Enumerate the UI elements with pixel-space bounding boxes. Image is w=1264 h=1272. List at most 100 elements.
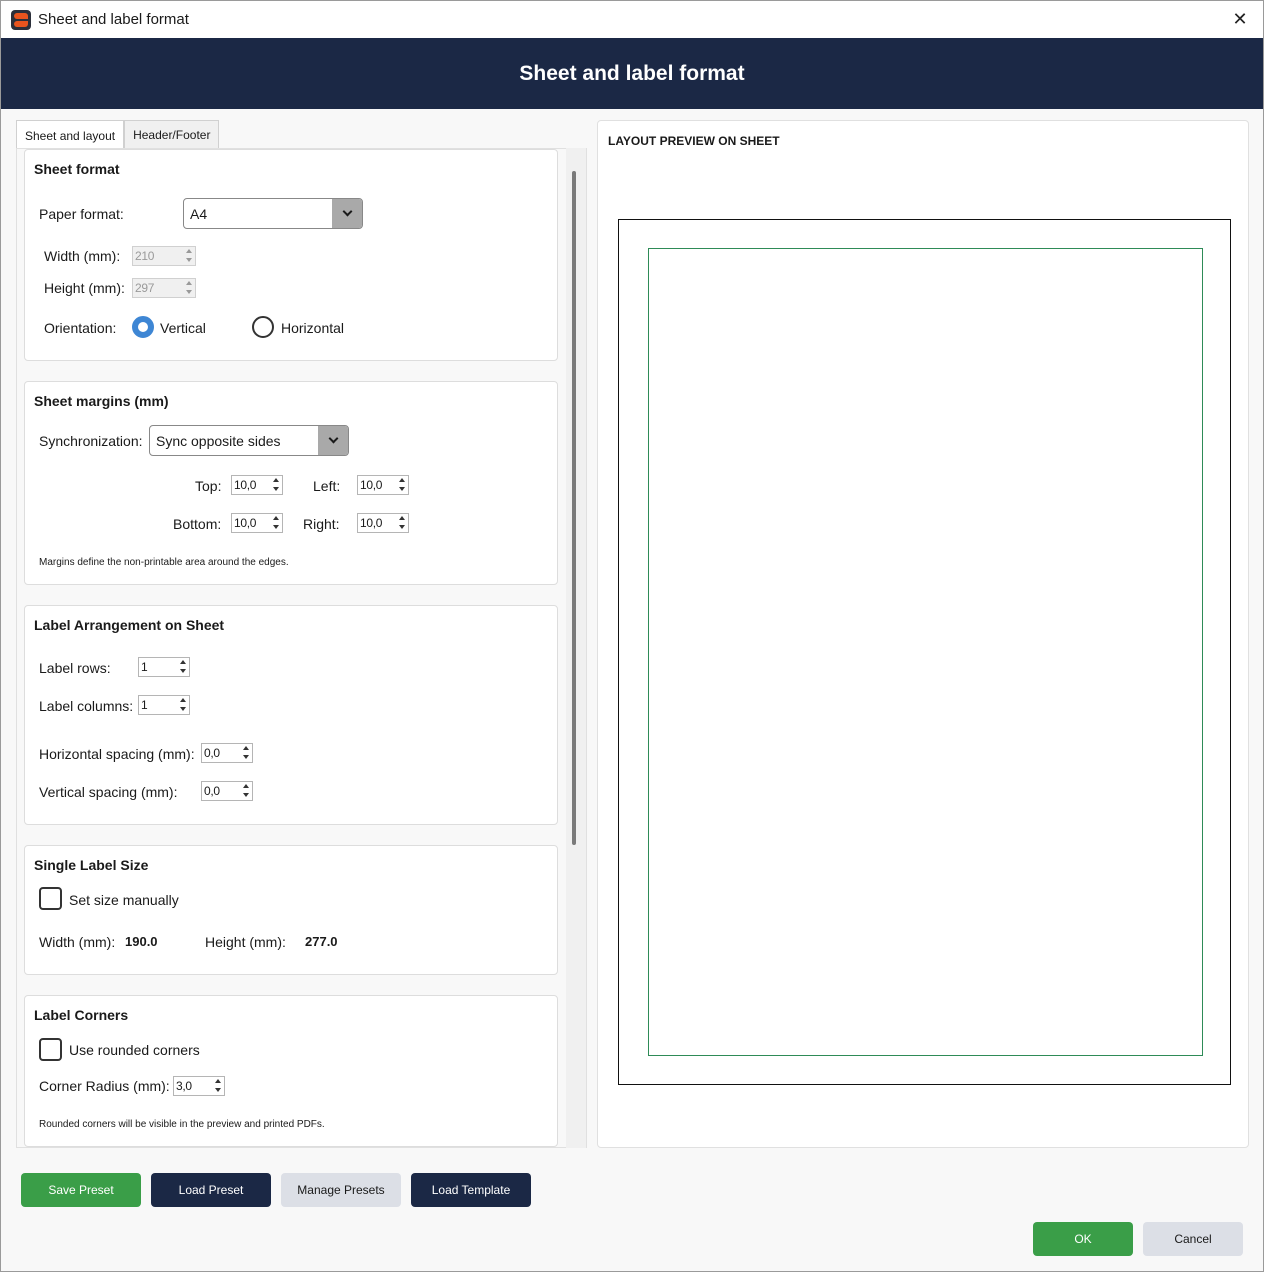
sheet-width-spinbox: 210 [132,246,196,266]
label-height-label: Height (mm): [205,934,286,950]
horizontal-spacing-value: 0,0 [204,746,220,760]
chevron-down-icon [332,199,362,228]
margin-right-spinbox[interactable]: 10,0 [357,513,409,533]
spin-arrows-icon[interactable] [178,658,189,676]
label-height-value: 277.0 [305,934,338,949]
label-width-value: 190.0 [125,934,158,949]
margin-right-label: Right: [303,516,340,532]
chevron-down-icon [318,426,348,455]
label-columns-value: 1 [141,698,148,712]
margin-left-label: Left: [313,478,341,494]
label-columns-spinbox[interactable]: 1 [138,695,190,715]
margin-bottom-label: Bottom: [173,516,222,532]
label-size-title: Single Label Size [34,857,149,873]
spin-arrows-icon[interactable] [271,476,282,494]
synchronization-dropdown[interactable]: Sync opposite sides [149,425,349,456]
set-size-manually-checkbox[interactable] [39,887,62,910]
synchronization-value: Sync opposite sides [156,432,281,449]
layout-preview-title: LAYOUT PREVIEW ON SHEET [608,134,780,148]
sheet-width-value: 210 [135,249,155,263]
corners-note: Rounded corners will be visible in the p… [39,1119,325,1130]
paper-format-dropdown[interactable]: A4 [183,198,363,229]
margin-left-value: 10,0 [360,478,383,492]
label-corners-group: Label Corners Use rounded corners Corner… [24,995,558,1147]
load-template-button[interactable]: Load Template [411,1173,531,1207]
label-rows-value: 1 [141,660,148,674]
synchronization-label: Synchronization: [39,433,143,449]
spin-arrows-icon [184,247,195,265]
sheet-format-title: Sheet format [34,161,120,177]
label-size-group: Single Label Size Set size manually Widt… [24,845,558,975]
spin-arrows-icon[interactable] [397,514,408,532]
vertical-spacing-label: Vertical spacing (mm): [39,784,178,800]
spin-arrows-icon[interactable] [213,1077,224,1095]
sheet-margins-title: Sheet margins (mm) [34,393,169,409]
tab-sheet-and-layout[interactable]: Sheet and layout [16,120,125,150]
spin-arrows-icon[interactable] [397,476,408,494]
banner-title: Sheet and label format [519,61,745,85]
spin-arrows-icon[interactable] [241,744,252,762]
sheet-format-group: Sheet format Paper format: A4 Width (mm)… [24,149,558,361]
label-arrangement-group: Label Arrangement on Sheet Label rows: 1… [24,605,558,825]
label-arrangement-title: Label Arrangement on Sheet [34,617,225,633]
paper-format-value: A4 [190,205,208,222]
label-preview [648,248,1203,1056]
sheet-width-label: Width (mm): [44,248,121,264]
label-rows-spinbox[interactable]: 1 [138,657,190,677]
margin-bottom-value: 10,0 [234,516,257,530]
rounded-corners-checkbox[interactable] [39,1038,62,1061]
header-banner: Sheet and label format [1,38,1263,109]
title-bar: Sheet and label format ✕ [1,1,1263,38]
close-icon: ✕ [1232,9,1248,29]
ok-button[interactable]: OK [1033,1222,1133,1256]
tab-bar: Sheet and layout Header/Footer [16,120,220,150]
corner-radius-value: 3,0 [176,1079,192,1093]
spin-arrows-icon[interactable] [178,696,189,714]
cancel-button[interactable]: Cancel [1143,1222,1243,1256]
margin-top-label: Top: [195,478,222,494]
spin-arrows-icon[interactable] [271,514,282,532]
close-button[interactable]: ✕ [1217,1,1263,38]
vertical-spacing-value: 0,0 [204,784,220,798]
corner-radius-spinbox[interactable]: 3,0 [173,1076,225,1096]
margin-top-spinbox[interactable]: 10,0 [231,475,283,495]
save-preset-button[interactable]: Save Preset [21,1173,141,1207]
sheet-margins-group: Sheet margins (mm) Synchronization: Sync… [24,381,558,585]
layout-preview-panel: LAYOUT PREVIEW ON SHEET [597,120,1249,1148]
spin-arrows-icon[interactable] [241,782,252,800]
label-rows-label: Label rows: [39,660,111,676]
margin-left-spinbox[interactable]: 10,0 [357,475,409,495]
label-corners-title: Label Corners [34,1007,129,1023]
label-width-label: Width (mm): [39,934,116,950]
dialog-window: Sheet and label format ✕ Sheet and label… [0,0,1264,1272]
spin-arrows-icon [184,279,195,297]
vertical-spacing-spinbox[interactable]: 0,0 [201,781,253,801]
sheet-height-value: 297 [135,281,155,295]
orientation-label: Orientation: [44,320,117,336]
tab-header-footer[interactable]: Header/Footer [124,120,220,149]
sheet-preview [618,219,1231,1085]
margins-note: Margins define the non-printable area ar… [39,557,289,568]
rounded-corners-label[interactable]: Use rounded corners [69,1042,200,1058]
vertical-scrollbar[interactable] [566,148,586,1148]
window-title: Sheet and label format [38,11,189,28]
label-columns-label: Label columns: [39,698,134,714]
orientation-vertical-label[interactable]: Vertical [160,320,206,336]
sheet-height-spinbox: 297 [132,278,196,298]
orientation-vertical-radio[interactable] [132,316,154,338]
load-preset-button[interactable]: Load Preset [151,1173,271,1207]
paper-format-label: Paper format: [39,206,124,222]
margin-right-value: 10,0 [360,516,383,530]
corner-radius-label: Corner Radius (mm): [39,1078,170,1094]
margin-top-value: 10,0 [234,478,257,492]
margin-bottom-spinbox[interactable]: 10,0 [231,513,283,533]
sheet-height-label: Height (mm): [44,280,125,296]
orientation-horizontal-radio[interactable] [252,316,274,338]
horizontal-spacing-label: Horizontal spacing (mm): [39,746,195,762]
set-size-manually-label[interactable]: Set size manually [69,892,179,908]
app-logo-icon [11,10,31,30]
scrollbar-thumb[interactable] [572,171,576,845]
manage-presets-button[interactable]: Manage Presets [281,1173,401,1207]
orientation-horizontal-label[interactable]: Horizontal [281,320,344,336]
horizontal-spacing-spinbox[interactable]: 0,0 [201,743,253,763]
